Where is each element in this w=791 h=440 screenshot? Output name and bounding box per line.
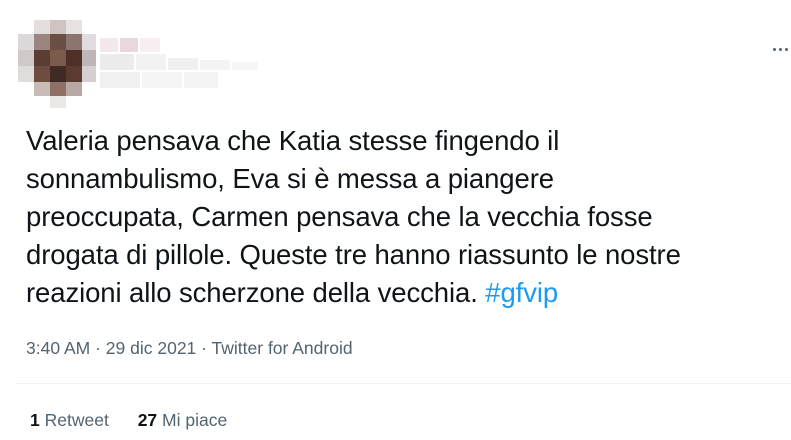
retweet-count: 1 [30,410,40,430]
separator: · [201,338,207,358]
retweet-label: Retweet [44,410,109,430]
likes-stat[interactable]: 27 Mi piace [138,410,228,431]
more-icon[interactable] [771,48,791,54]
author-name[interactable] [96,30,266,100]
avatar[interactable] [16,20,96,110]
retweets-stat[interactable]: 1 Retweet [30,410,109,431]
censored-author[interactable] [16,20,266,110]
tweet-time[interactable]: 3:40 AM [26,338,90,358]
tweet-source[interactable]: Twitter for Android [212,338,353,358]
hashtag-link[interactable]: #gfvip [485,277,558,308]
like-count: 27 [137,410,158,430]
tweet-meta: 3:40 AM · 29 dic 2021 · Twitter for Andr… [26,338,353,359]
tweet-text: Valeria pensava che Katia stesse fingend… [26,122,786,312]
tweet-stats: 1 Retweet 27 Mi piace [30,410,227,431]
tweet-line: Valeria pensava che Katia stesse fingend… [26,125,560,156]
tweet-line: drogata di pillole. Queste tre hanno ria… [26,239,681,270]
tweet-date[interactable]: 29 dic 2021 [106,338,197,358]
tweet-line: preoccupata, Carmen pensava che la vecch… [26,201,653,232]
separator: · [95,338,101,358]
tweet-line-text: reazioni allo scherzone della vecchia. [26,277,486,308]
tweet-line: reazioni allo scherzone della vecchia. #… [26,274,786,312]
like-label: Mi piace [162,410,228,430]
divider [16,383,791,384]
tweet: Valeria pensava che Katia stesse fingend… [0,0,791,440]
tweet-line: sonnambulismo, Eva si è messa a piangere [26,163,554,194]
